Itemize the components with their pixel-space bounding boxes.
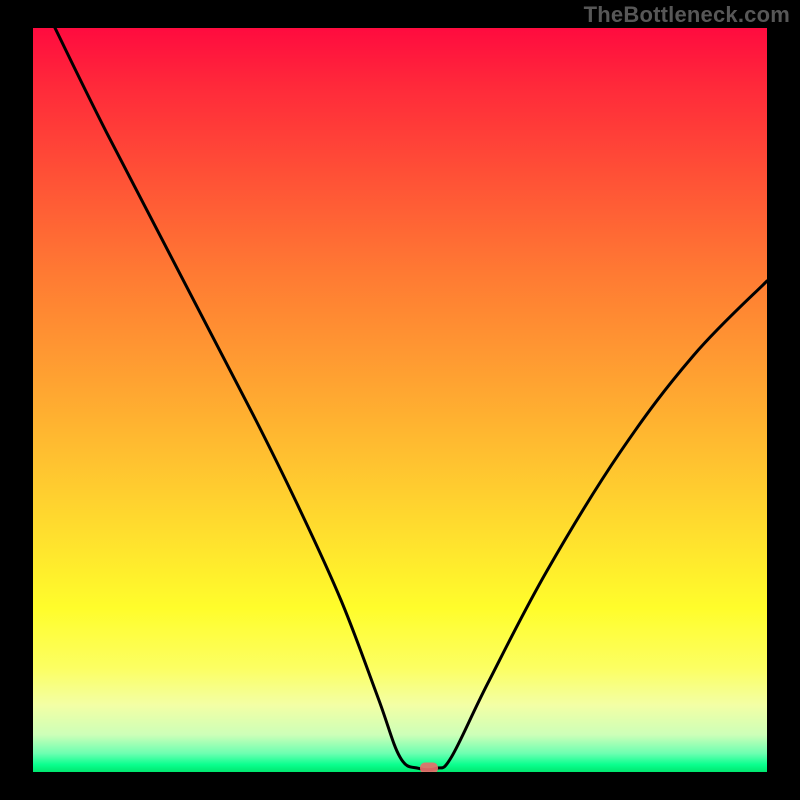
optimal-point-marker <box>420 763 438 772</box>
bottleneck-curve <box>33 28 767 772</box>
watermark-text: TheBottleneck.com <box>584 2 790 28</box>
chart-frame: TheBottleneck.com <box>0 0 800 800</box>
plot-area <box>33 28 767 772</box>
